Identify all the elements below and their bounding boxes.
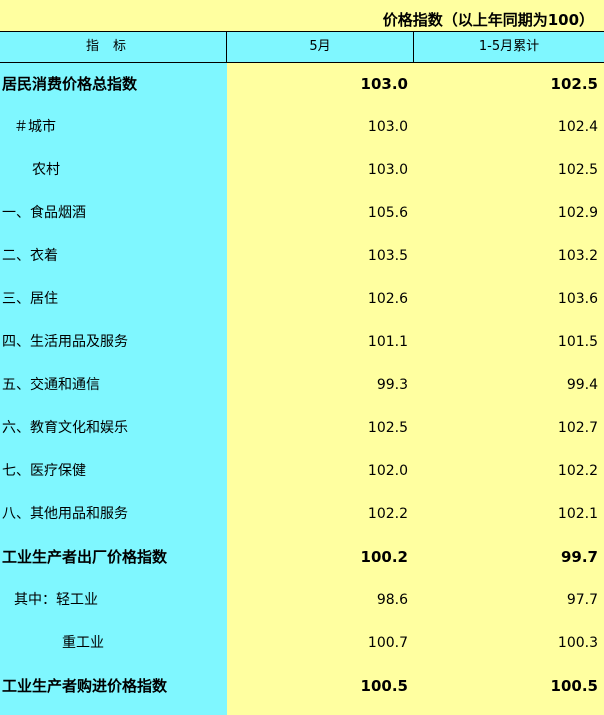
row-cumulative-value: 103.2: [557, 248, 598, 264]
row-month-value: 99.3: [376, 377, 408, 393]
row-name: 三、居住: [2, 291, 58, 307]
row-month-value: 102.2: [367, 506, 408, 522]
table-row: 一、食品烟酒 105.6 102.9: [0, 192, 604, 235]
row-month-value: 102.6: [367, 291, 408, 307]
row-cumulative-value: 102.9: [557, 205, 598, 221]
table-row: 四、生活用品及服务 101.1 101.5: [0, 321, 604, 364]
row-month-value: 102.0: [367, 463, 408, 479]
table-row: 七、医疗保健 102.0 102.2: [0, 450, 604, 493]
row-cumulative-value: 102.7: [557, 420, 598, 436]
row-cumulative-value: 102.5: [557, 162, 598, 178]
table-row: 其中：轻工业 98.6 97.7: [0, 579, 604, 622]
row-name: 工业生产者购进价格指数: [2, 677, 168, 695]
row-name: 八、其他用品和服务: [2, 506, 128, 522]
row-month-value: 105.6: [367, 205, 408, 221]
header-cumulative: 1-5月累计: [478, 39, 540, 54]
row-name: 工业生产者出厂价格指数: [2, 548, 168, 566]
table-title: 价格指数（以上年同期为100）: [0, 0, 604, 32]
table-row: 三、居住 102.6 103.6: [0, 278, 604, 321]
table-row: 工业生产者购进价格指数 100.5 100.5: [0, 665, 604, 708]
row-name: 居民消费价格总指数: [2, 75, 138, 93]
row-month-value: 103.0: [360, 75, 408, 93]
table-body: 居民消费价格总指数 103.0 102.5 ＃城市 103.0 102.4 农村…: [0, 63, 604, 715]
table-row: 重工业 100.7 100.3: [0, 622, 604, 665]
row-month-value: 100.5: [360, 677, 408, 695]
row-month-value: 102.5: [367, 420, 408, 436]
row-cumulative-value: 100.5: [550, 677, 598, 695]
row-cumulative-value: 100.3: [557, 635, 598, 651]
row-cumulative-value: 102.2: [557, 463, 598, 479]
table-row: 居民消费价格总指数 103.0 102.5: [0, 63, 604, 106]
row-name: 农村: [32, 162, 60, 178]
row-name: 五、交通和通信: [2, 377, 100, 393]
row-month-value: 100.7: [367, 635, 408, 651]
row-name: 重工业: [62, 635, 104, 651]
row-cumulative-value: 103.6: [557, 291, 598, 307]
table-row: 五、交通和通信 99.3 99.4: [0, 364, 604, 407]
row-cumulative-value: 99.7: [560, 548, 598, 566]
table-row: 二、衣着 103.5 103.2: [0, 235, 604, 278]
row-month-value: 103.5: [367, 248, 408, 264]
header-month: 5月: [227, 32, 414, 62]
row-month-value: 100.2: [360, 548, 408, 566]
header-indicator: 指标: [0, 32, 227, 62]
table-row: 工业生产者出厂价格指数 100.2 99.7: [0, 536, 604, 579]
row-month-value: 103.0: [367, 162, 408, 178]
row-cumulative-value: 102.1: [557, 506, 598, 522]
row-cumulative-value: 102.5: [550, 75, 598, 93]
row-name: 一、食品烟酒: [2, 205, 86, 221]
row-name: 四、生活用品及服务: [2, 334, 128, 350]
row-name: ＃城市: [14, 119, 56, 135]
table-row: 农村 103.0 102.5: [0, 149, 604, 192]
table-row: 八、其他用品和服务 102.2 102.1: [0, 493, 604, 536]
row-name: 其中：轻工业: [14, 592, 98, 608]
row-cumulative-value: 102.4: [557, 119, 598, 135]
price-index-sheet: 价格指数（以上年同期为100） 指标 5月 1-5月累计 居民消费价格总指数 1…: [0, 0, 604, 715]
table-row: ＃城市 103.0 102.4: [0, 106, 604, 149]
row-name: 六、教育文化和娱乐: [2, 420, 128, 436]
row-cumulative-value: 97.7: [566, 592, 598, 608]
row-cumulative-value: 99.4: [566, 377, 598, 393]
table-header: 指标 5月 1-5月累计: [0, 32, 604, 63]
row-month-value: 101.1: [367, 334, 408, 350]
row-month-value: 103.0: [367, 119, 408, 135]
row-name: 七、医疗保健: [2, 463, 86, 479]
table-row: 六、教育文化和娱乐 102.5 102.7: [0, 407, 604, 450]
row-cumulative-value: 101.5: [557, 334, 598, 350]
row-name: 二、衣着: [2, 248, 58, 264]
row-month-value: 98.6: [376, 592, 408, 608]
